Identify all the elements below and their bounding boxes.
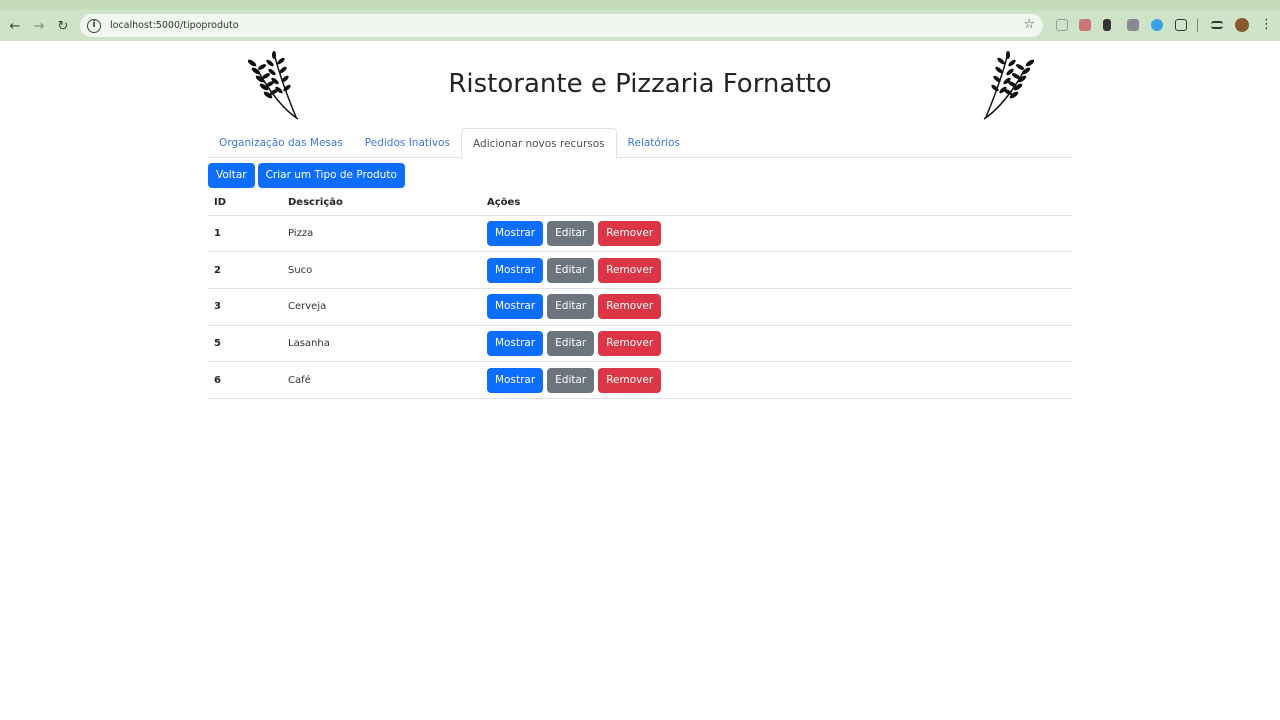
tab-relatorios[interactable]: Relatórios: [617, 128, 691, 158]
remove-button[interactable]: Remover: [598, 330, 662, 356]
row-descricao: Pizza: [282, 215, 481, 253]
remove-button[interactable]: Remover: [598, 220, 662, 246]
row-descricao: Café: [282, 361, 481, 399]
row-actions: Mostrar Editar Remover: [487, 330, 1066, 356]
extensions-puzzle-icon[interactable]: [1175, 19, 1187, 31]
row-id: 1: [208, 215, 282, 253]
row-actions: Mostrar Editar Remover: [487, 294, 1066, 320]
row-id: 3: [208, 288, 282, 326]
table-row: 2 Suco Mostrar Editar Remover: [208, 251, 1072, 289]
row-descricao: Lasanha: [282, 325, 481, 363]
show-button[interactable]: Mostrar: [487, 330, 544, 356]
browser-menu-icon[interactable]: ⋮: [1260, 17, 1273, 32]
address-bar[interactable]: i localhost:5000/tipoproduto ☆: [80, 14, 1043, 37]
row-descricao: Suco: [282, 251, 481, 289]
site-header: Ristorante e Pizzaria Fornatto: [208, 41, 1072, 128]
bookmark-star-icon[interactable]: ☆: [1023, 17, 1035, 32]
show-button[interactable]: Mostrar: [487, 367, 544, 393]
edit-button[interactable]: Editar: [547, 294, 595, 320]
show-button[interactable]: Mostrar: [487, 257, 544, 283]
remove-button[interactable]: Remover: [598, 257, 662, 283]
row-descricao: Cerveja: [282, 288, 481, 326]
reload-icon[interactable]: ↻: [53, 16, 73, 36]
extension-icon[interactable]: [1056, 19, 1068, 31]
table-row: 6 Café Mostrar Editar Remover: [208, 361, 1072, 399]
row-id: 6: [208, 361, 282, 399]
row-actions: Mostrar Editar Remover: [487, 220, 1066, 246]
page-actions: Voltar Criar um Tipo de Produto: [208, 163, 405, 188]
remove-button[interactable]: Remover: [598, 367, 662, 393]
column-header-acoes: Ações: [481, 191, 1072, 216]
toolbar-divider: [1197, 19, 1198, 32]
edit-button[interactable]: Editar: [547, 257, 595, 283]
browser-toolbar: ← → ↻ i localhost:5000/tipoproduto ☆ ⋮: [0, 0, 1280, 41]
remove-button[interactable]: Remover: [598, 294, 662, 320]
back-arrow-icon[interactable]: ←: [5, 16, 25, 36]
column-header-descricao: Descrição: [282, 191, 481, 216]
pen-extension-icon[interactable]: [1103, 19, 1111, 31]
site-title: Ristorante e Pizzaria Fornatto: [448, 69, 832, 99]
edit-button[interactable]: Editar: [547, 330, 595, 356]
back-button[interactable]: Voltar: [208, 163, 255, 188]
address-url[interactable]: localhost:5000/tipoproduto: [110, 20, 239, 31]
table-row: 5 Lasanha Mostrar Editar Remover: [208, 325, 1072, 363]
forward-arrow-icon[interactable]: →: [29, 16, 49, 36]
row-id: 5: [208, 325, 282, 363]
page-container: Ristorante e Pizzaria Fornatto Organizaç…: [208, 41, 1072, 399]
show-button[interactable]: Mostrar: [487, 220, 544, 246]
profile-avatar[interactable]: [1235, 18, 1249, 32]
tab-organizacao-mesas[interactable]: Organização das Mesas: [208, 128, 354, 158]
extension-icon[interactable]: [1079, 19, 1091, 31]
column-header-id: ID: [208, 191, 282, 216]
create-product-type-button[interactable]: Criar um Tipo de Produto: [257, 163, 405, 188]
table-header-row: ID Descrição Ações: [208, 191, 1072, 216]
tab-pedidos-inativos[interactable]: Pedidos Inativos: [354, 128, 461, 158]
site-info-icon[interactable]: i: [87, 18, 101, 33]
wheat-logo-icon: [983, 51, 1034, 120]
show-button[interactable]: Mostrar: [487, 294, 544, 320]
extension-icon[interactable]: [1151, 19, 1163, 31]
edit-button[interactable]: Editar: [547, 220, 595, 246]
extension-icon[interactable]: [1127, 19, 1139, 31]
edit-button[interactable]: Editar: [547, 367, 595, 393]
row-actions: Mostrar Editar Remover: [487, 257, 1066, 283]
media-control-icon[interactable]: [1211, 21, 1223, 29]
table-row: 3 Cerveja Mostrar Editar Remover: [208, 288, 1072, 326]
row-actions: Mostrar Editar Remover: [487, 367, 1066, 393]
nav-tabs: Organização das Mesas Pedidos Inativos A…: [208, 128, 1072, 159]
row-id: 2: [208, 251, 282, 289]
table-row: 1 Pizza Mostrar Editar Remover: [208, 215, 1072, 253]
tab-adicionar-recursos[interactable]: Adicionar novos recursos: [461, 128, 617, 159]
product-type-table: ID Descrição Ações 1 Pizza Mostrar Edita…: [208, 191, 1072, 399]
